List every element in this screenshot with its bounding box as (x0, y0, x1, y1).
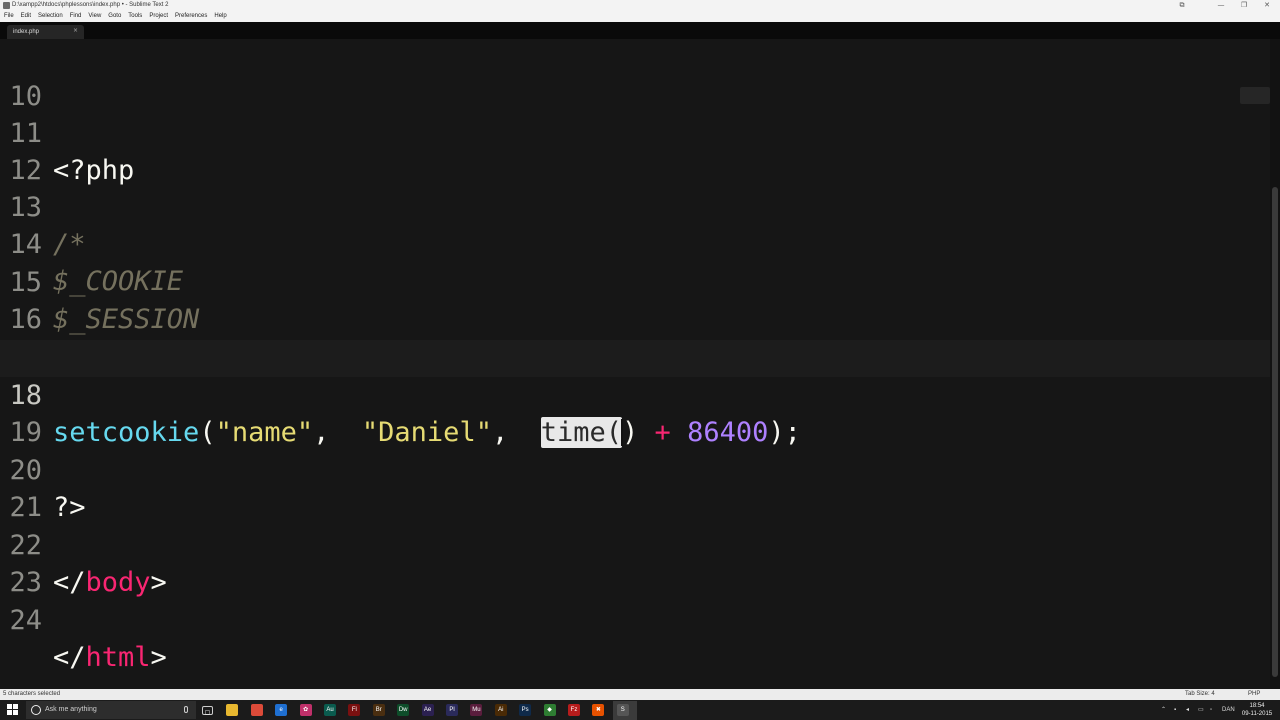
after-effects-icon[interactable]: Ae (421, 704, 434, 716)
prelude-icon[interactable]: Pl (446, 704, 458, 716)
code-line[interactable]: 17 (0, 301, 1270, 372)
battery-icon[interactable]: ▭ (1198, 700, 1204, 720)
network-icon[interactable]: ▪ (1174, 700, 1176, 720)
code-editor[interactable]: 10 11 <?php 12 13 /* 14 $_COOKIE 15 $_SE… (0, 39, 1270, 689)
menu-preferences[interactable]: Preferences (175, 11, 207, 22)
illustrator-icon[interactable]: Ai (494, 704, 507, 716)
window-title: D:\xampp2\htdocs\phplessons\index.php • … (12, 2, 169, 8)
line-code: </html> (53, 639, 167, 676)
photoshop-icon[interactable]: Ps (519, 704, 532, 716)
status-syntax[interactable]: PHP (1248, 689, 1260, 700)
code-line[interactable]: 12 (0, 115, 1270, 186)
clock-date: 09-11-2015 (1241, 711, 1273, 717)
title-bar: D:\xampp2\htdocs\phplessons\index.php • … (0, 0, 1280, 11)
minimize-button[interactable]: — (1210, 0, 1232, 11)
code-line[interactable]: 22 </body> (0, 490, 1270, 598)
xampp-icon[interactable]: ✖ (592, 704, 605, 716)
code-line[interactable]: 10 (0, 41, 1270, 112)
tab-index-php[interactable]: index.php × (7, 25, 84, 39)
dreamweaver-icon[interactable]: Dw (397, 704, 410, 716)
code-line-current[interactable]: 18 setcookie("name", "Daniel", time() + … (0, 340, 1270, 448)
scrollbar-thumb[interactable] (1272, 187, 1278, 677)
token-bracket: > (150, 642, 167, 673)
android-studio-icon[interactable]: ◆ (543, 704, 556, 716)
filezilla-icon[interactable]: Fz (568, 704, 580, 716)
code-line[interactable]: 24 </html> (0, 565, 1270, 673)
cortana-icon (31, 705, 41, 715)
tab-strip: index.php × (0, 22, 1280, 39)
line-number: 24 (9, 605, 42, 636)
chrome-icon[interactable] (250, 704, 263, 716)
menu-bar: File Edit Selection Find View Goto Tools… (0, 11, 1280, 22)
muse-icon[interactable]: Mu (470, 704, 483, 716)
code-line[interactable]: 15 $_SESSION (0, 227, 1270, 335)
windows-taskbar: Ask me anything ▢ e ✿ Au Fl Br Dw Ae Pl Mu Ai Ps ◆ Fz… (0, 700, 1280, 720)
token-tag: html (85, 642, 151, 673)
volume-icon[interactable]: ◂ (1186, 700, 1189, 720)
taskbar-clock[interactable]: 18:54 09-11-2015 (1240, 702, 1274, 718)
status-tab-size[interactable]: Tab Size: 4 (1185, 689, 1215, 700)
flash-icon[interactable]: Fl (348, 704, 361, 716)
code-line[interactable]: 21 (0, 452, 1270, 523)
status-bar: 5 characters selected Tab Size: 4 PHP (0, 689, 1280, 700)
davinci-icon[interactable]: ✿ (299, 704, 312, 716)
tab-close-icon[interactable]: × (73, 27, 78, 35)
bridge-icon[interactable]: Br (372, 704, 385, 716)
notification-icon[interactable]: ▫ (1210, 700, 1212, 720)
edge-icon[interactable]: e (275, 704, 288, 716)
taskbar-search-box[interactable]: Ask me anything (26, 701, 196, 719)
code-line[interactable]: 23 (0, 527, 1270, 598)
token-bracket: </ (53, 642, 86, 673)
sublime-app-icon (3, 2, 10, 9)
task-view-icon[interactable]: ▢ (202, 706, 213, 716)
menu-view[interactable]: View (88, 11, 101, 22)
audition-icon[interactable]: Au (324, 704, 336, 716)
menu-help[interactable]: Help (214, 11, 226, 22)
clock-time: 18:54 (1249, 703, 1265, 709)
vertical-scrollbar[interactable] (1270, 39, 1280, 689)
code-line[interactable]: 11 <?php (0, 78, 1270, 186)
menu-file[interactable]: File (4, 11, 14, 22)
code-line[interactable]: 16 */ (0, 264, 1270, 372)
sublime-text-icon[interactable]: S (616, 704, 629, 716)
maximize-button[interactable]: ❐ (1233, 0, 1255, 11)
file-explorer-icon[interactable] (226, 704, 239, 716)
restore-icon[interactable]: ⧉ (1171, 0, 1193, 11)
menu-project[interactable]: Project (149, 11, 168, 22)
menu-edit[interactable]: Edit (21, 11, 31, 22)
tab-label: index.php (13, 29, 40, 35)
minimap-viewport[interactable] (1240, 87, 1270, 104)
language-indicator[interactable]: DAN (1222, 700, 1235, 720)
close-button[interactable]: ✕ (1256, 0, 1278, 11)
code-line[interactable]: 19 (0, 377, 1270, 448)
search-placeholder: Ask me anything (45, 706, 97, 713)
code-line[interactable]: 14 $_COOKIE (0, 189, 1270, 297)
code-line[interactable]: 13 /* (0, 152, 1270, 260)
menu-selection[interactable]: Selection (38, 11, 63, 22)
windows-start-icon[interactable] (7, 704, 19, 716)
menu-tools[interactable]: Tools (128, 11, 142, 22)
microphone-icon[interactable] (184, 706, 188, 713)
menu-find[interactable]: Find (70, 11, 82, 22)
status-selection-count: 5 characters selected (3, 691, 61, 697)
menu-goto[interactable]: Goto (108, 11, 121, 22)
code-line[interactable]: 20 ?> (0, 415, 1270, 523)
tray-arrow-icon[interactable]: ⌃ (1161, 700, 1166, 720)
